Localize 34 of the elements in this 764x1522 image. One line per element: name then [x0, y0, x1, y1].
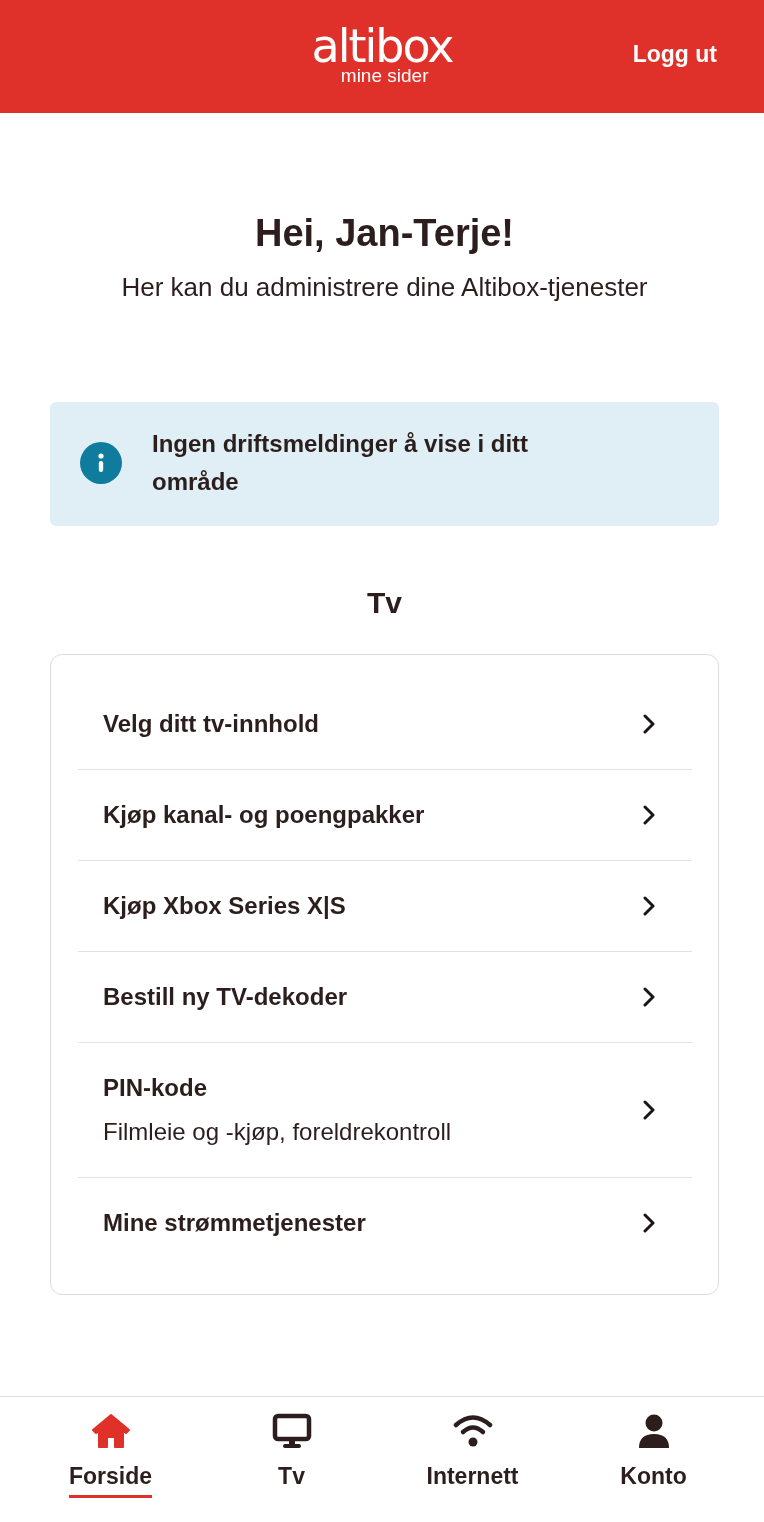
menu-item-subtitle: Filmleie og -kjøp, foreldrekontroll [103, 1117, 452, 1147]
nav-tab[interactable]: Tv [201, 1397, 382, 1522]
menu-item-title: Velg ditt tv-innhold [103, 709, 319, 739]
chevron-right-icon [643, 896, 655, 916]
menu-item[interactable]: PIN-kode Filmleie og -kjøp, foreldrekontroll [78, 1043, 692, 1178]
chevron-right-icon [643, 1213, 655, 1233]
menu-item[interactable]: Kjøp kanal- og poengpakker [78, 770, 692, 861]
chevron-right-icon [643, 987, 655, 1007]
chevron-right-icon [643, 1100, 655, 1120]
menu-item-title: Mine strømmetjenester [103, 1208, 366, 1238]
menu-item[interactable]: Kjøp Xbox Series X|S [78, 861, 692, 952]
chevron-right-icon [643, 714, 655, 734]
logo-wordmark: altibox [311, 25, 453, 66]
logo-tagline: mine sider [340, 65, 429, 86]
greeting-title: Hei, Jan-Terje! [254, 211, 514, 256]
menu-item-title: PIN-kode [103, 1073, 208, 1103]
greeting-subtitle: Her kan du administrere dine Altibox-tjenester [121, 271, 648, 304]
info-icon [80, 442, 122, 484]
nav-tab[interactable]: Internett [382, 1397, 563, 1522]
menu-item-title: Kjøp kanal- og poengpakker [103, 800, 425, 830]
notice-message: Ingen driftsmeldinger å vise i ditt område [152, 429, 530, 497]
monitor-icon [271, 1413, 312, 1449]
menu-item-title: Kjøp Xbox Series X|S [103, 891, 346, 921]
section-heading: Tv [367, 585, 402, 621]
home-icon [90, 1413, 131, 1449]
menu-item[interactable]: Velg ditt tv-innhold [78, 679, 692, 770]
menu-item[interactable]: Mine strømmetjenester [78, 1178, 692, 1268]
menu-item-title: Bestill ny TV-dekoder [103, 982, 348, 1012]
wifi-icon [452, 1413, 493, 1449]
nav-tab[interactable]: Konto [563, 1397, 744, 1522]
menu-item[interactable]: Bestill ny TV-dekoder [78, 952, 692, 1043]
logout-link[interactable]: Logg ut [632, 40, 717, 68]
nav-tab[interactable]: Forside [20, 1397, 201, 1522]
chevron-right-icon [643, 805, 655, 825]
